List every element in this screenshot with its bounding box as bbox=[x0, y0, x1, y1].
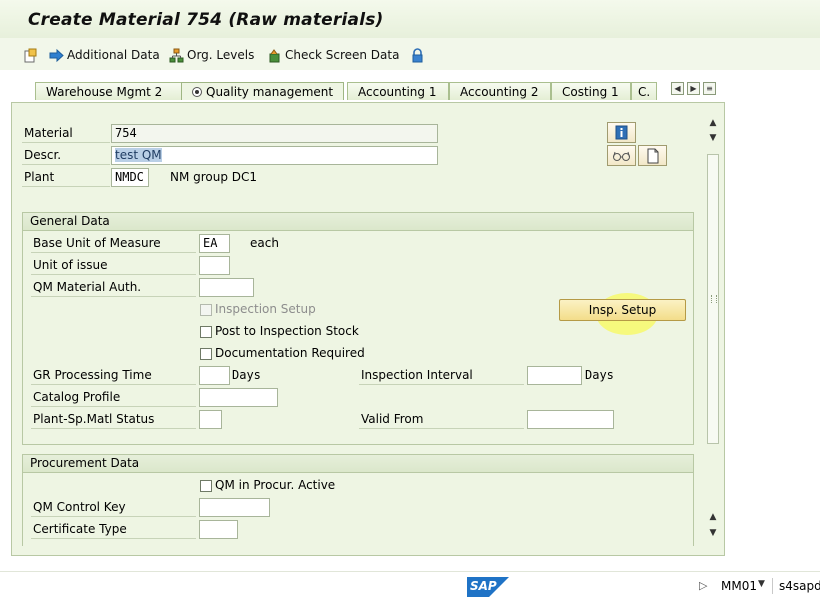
window-title: Create Material 754 (Raw materials) bbox=[28, 10, 384, 30]
insp-setup-button[interactable]: Insp. Setup bbox=[559, 299, 686, 321]
tab-label: Accounting 1 bbox=[358, 85, 437, 99]
gr-processing-time-field[interactable] bbox=[199, 366, 230, 385]
new-document-button[interactable] bbox=[638, 145, 667, 166]
server-name: s4sapde bbox=[779, 579, 820, 593]
scroll-up-bottom-icon[interactable]: ▲ bbox=[705, 512, 721, 526]
scroll-down-bottom-icon[interactable]: ▼ bbox=[705, 528, 721, 542]
info-button[interactable] bbox=[607, 122, 636, 143]
glasses-icon bbox=[613, 151, 630, 161]
glasses-button[interactable] bbox=[607, 145, 636, 166]
unit-of-issue-label: Unit of issue bbox=[31, 256, 196, 275]
inspection-interval-unit: Days bbox=[585, 368, 614, 382]
catalog-profile-field[interactable] bbox=[199, 388, 278, 407]
plant-sp-matl-status-field[interactable] bbox=[199, 410, 222, 429]
plant-label: Plant bbox=[22, 168, 110, 187]
tab-accounting-2[interactable]: Accounting 2 bbox=[449, 82, 551, 100]
other-view-button[interactable] bbox=[23, 46, 38, 64]
tab-scroll-right-icon[interactable]: ▶ bbox=[687, 82, 700, 95]
scrollbar-thumb[interactable] bbox=[707, 154, 719, 444]
additional-data-label: Additional Data bbox=[67, 48, 160, 62]
tab-label: Quality management bbox=[206, 85, 334, 99]
tab-scroll-left-icon[interactable]: ◀ bbox=[671, 82, 684, 95]
info-icon bbox=[615, 125, 628, 140]
org-levels-button[interactable]: Org. Levels bbox=[169, 46, 254, 64]
transaction-code: MM01 bbox=[721, 579, 757, 593]
tab-costing-1[interactable]: Costing 1 bbox=[551, 82, 631, 100]
status-bar: SAP ▷ MM01 ▼ s4sapde bbox=[0, 571, 820, 601]
scroll-down-icon[interactable]: ▼ bbox=[705, 133, 721, 147]
certificate-type-field[interactable] bbox=[199, 520, 238, 539]
play-icon[interactable]: ▷ bbox=[699, 579, 707, 592]
catalog-profile-label: Catalog Profile bbox=[31, 388, 196, 407]
material-label: Material bbox=[22, 124, 110, 143]
base-uom-field[interactable]: EA bbox=[199, 234, 230, 253]
document-icon bbox=[647, 148, 659, 164]
lock-button[interactable] bbox=[410, 46, 425, 64]
tab-label: Warehouse Mgmt 2 bbox=[46, 85, 163, 99]
check-icon bbox=[267, 48, 282, 63]
tab-warehouse-mgmt-2[interactable]: Warehouse Mgmt 2 bbox=[35, 82, 183, 100]
base-uom-description: each bbox=[250, 236, 279, 250]
plant-description: NM group DC1 bbox=[170, 170, 258, 184]
application-toolbar: Additional Data Org. Levels Check Screen… bbox=[0, 38, 820, 70]
documentation-required-label: Documentation Required bbox=[215, 346, 365, 360]
dropdown-arrow-icon[interactable]: ▼ bbox=[758, 579, 765, 589]
plant-field[interactable]: NMDC bbox=[111, 168, 149, 187]
check-screen-data-button[interactable]: Check Screen Data bbox=[267, 46, 399, 64]
certificate-type-label: Certificate Type bbox=[31, 520, 196, 539]
inspection-interval-label: Inspection Interval bbox=[359, 366, 524, 385]
plant-sp-matl-status-label: Plant-Sp.Matl Status bbox=[31, 410, 196, 429]
title-bar: Create Material 754 (Raw materials) bbox=[0, 0, 820, 39]
sap-logo-text: SAP bbox=[470, 579, 497, 593]
inspection-setup-checkbox[interactable] bbox=[200, 304, 212, 316]
procurement-data-title: Procurement Data bbox=[23, 455, 693, 473]
qm-in-procurement-active-label: QM in Procur. Active bbox=[215, 478, 336, 492]
scroll-up-icon[interactable]: ▲ bbox=[705, 118, 721, 132]
inspection-interval-field[interactable] bbox=[527, 366, 582, 385]
status-divider bbox=[772, 578, 773, 594]
valid-from-field[interactable] bbox=[527, 410, 614, 429]
qm-in-procurement-active-checkbox[interactable] bbox=[200, 480, 212, 492]
tab-overflow[interactable]: C. bbox=[631, 82, 657, 100]
tab-label: Accounting 2 bbox=[460, 85, 539, 99]
post-to-inspection-stock-label: Post to Inspection Stock bbox=[215, 324, 359, 338]
qm-material-auth-field[interactable] bbox=[199, 278, 254, 297]
grip-icon bbox=[711, 295, 717, 303]
qm-control-key-field[interactable] bbox=[199, 498, 270, 517]
check-screen-data-label: Check Screen Data bbox=[285, 48, 400, 62]
general-data-title: General Data bbox=[23, 213, 693, 231]
description-field[interactable]: test QM bbox=[111, 146, 438, 165]
valid-from-label: Valid From bbox=[359, 410, 524, 429]
gr-processing-time-label: GR Processing Time bbox=[31, 366, 196, 385]
qm-material-auth-label: QM Material Auth. bbox=[31, 278, 196, 297]
lock-icon bbox=[410, 47, 425, 63]
unit-of-issue-field[interactable] bbox=[199, 256, 230, 275]
gr-processing-time-unit: Days bbox=[232, 368, 261, 382]
org-structure-icon bbox=[169, 48, 184, 63]
tab-label: Costing 1 bbox=[562, 85, 619, 99]
tab-strip: Warehouse Mgmt 2 Quality management Acco… bbox=[11, 78, 725, 102]
base-uom-label: Base Unit of Measure bbox=[31, 234, 196, 253]
inspection-setup-label: Inspection Setup bbox=[215, 302, 316, 316]
material-field[interactable]: 754 bbox=[111, 124, 438, 143]
additional-data-button[interactable]: Additional Data bbox=[49, 46, 160, 64]
sap-logo: SAP bbox=[467, 577, 509, 597]
org-levels-label: Org. Levels bbox=[187, 48, 255, 62]
description-selected-text: test QM bbox=[115, 148, 162, 162]
tab-quality-management[interactable]: Quality management bbox=[181, 82, 344, 100]
radio-dot-icon bbox=[192, 87, 202, 97]
post-to-inspection-stock-checkbox[interactable] bbox=[200, 326, 212, 338]
document-edit-icon bbox=[23, 48, 38, 63]
qm-control-key-label: QM Control Key bbox=[31, 498, 196, 517]
tab-list-icon[interactable]: ≡ bbox=[703, 82, 716, 95]
arrow-right-icon bbox=[49, 48, 64, 63]
descr-label: Descr. bbox=[22, 146, 110, 165]
tab-label: C. bbox=[638, 85, 651, 99]
vertical-scrollbar[interactable]: ▲ ▼ ▲ ▼ bbox=[705, 118, 721, 544]
documentation-required-checkbox[interactable] bbox=[200, 348, 212, 360]
tab-accounting-1[interactable]: Accounting 1 bbox=[347, 82, 449, 100]
